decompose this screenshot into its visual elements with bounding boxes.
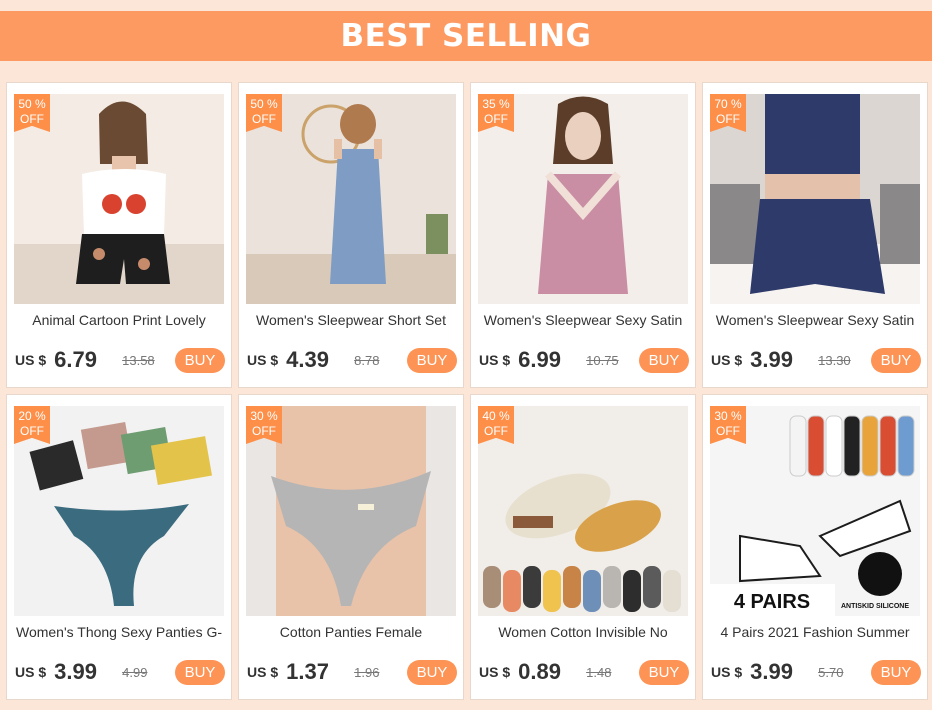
discount-off-label: OFF [20, 424, 44, 438]
discount-percent: 40 % [482, 409, 510, 423]
original-price: 4.99 [122, 664, 148, 680]
product-title[interactable]: Women's Sleepwear Sexy Satin [475, 312, 691, 328]
product-title[interactable]: Women's Sleepwear Short Set [243, 312, 459, 328]
discount-percent: 50 % [18, 97, 46, 111]
currency-label: US $ [711, 352, 743, 368]
discount-percent: 35 % [482, 97, 510, 111]
discount-off-label: OFF [716, 112, 740, 126]
discount-off-label: OFF [20, 112, 44, 126]
product-card[interactable]: 4 PAIRS ANTISKID SILICONE 30 % OFF 4 Pairs 2… [702, 394, 928, 700]
discount-percent: 30 % [714, 409, 742, 423]
buy-button[interactable]: BUY [639, 347, 689, 373]
price-row: US $ 1.37 1.96 BUY [247, 659, 457, 685]
current-price: 0.89 [518, 659, 561, 684]
product-card[interactable]: 50 % OFF Women's Sleepwear Short Set US $ 4.… [238, 82, 464, 388]
currency-label: US $ [479, 352, 511, 368]
product-card[interactable]: 70 % OFF Women's Sleepwear Sexy Satin US $ 3… [702, 82, 928, 388]
buy-button[interactable]: BUY [871, 659, 921, 685]
price-row: US $ 3.99 4.99 BUY [15, 659, 225, 685]
product-card[interactable]: 40 % OFF Women Cotton Invisible No US $ 0.89… [470, 394, 696, 700]
discount-percent: 20 % [18, 409, 46, 423]
currency-label: US $ [15, 664, 47, 680]
currency-label: US $ [479, 664, 511, 680]
discount-off-label: OFF [484, 424, 508, 438]
product-card[interactable]: 50 % OFF Animal Cartoon Print Lovely US $ 6.… [6, 82, 232, 388]
buy-button[interactable]: BUY [175, 659, 225, 685]
discount-percent: 30 % [250, 409, 278, 423]
product-title[interactable]: Women Cotton Invisible No [475, 624, 691, 640]
current-price: 6.99 [518, 347, 561, 372]
price-row: US $ 3.99 13.30 BUY [711, 347, 921, 373]
product-title[interactable]: Cotton Panties Female [243, 624, 459, 640]
discount-percent: 70 % [714, 97, 742, 111]
product-grid: 50 % OFF Animal Cartoon Print Lovely US $6.… [6, 82, 928, 700]
current-price: 4.39 [286, 347, 329, 372]
discount-off-label: OFF [484, 112, 508, 126]
original-price: 1.48 [586, 664, 612, 680]
current-price: 3.99 [750, 659, 793, 684]
image-text-antiskid: ANTISKID SILICONE [841, 603, 909, 610]
original-price: 13.30 [818, 352, 851, 368]
discount-off-label: OFF [716, 424, 740, 438]
buy-button[interactable]: BUY [871, 347, 921, 373]
current-price: 6.79 [54, 347, 97, 372]
original-price: 1.96 [354, 664, 380, 680]
currency-label: US $ [247, 664, 279, 680]
current-price: 1.37 [286, 659, 329, 684]
product-card[interactable]: 35 % OFF Women's Sleepwear Sexy Satin US $ 6… [470, 82, 696, 388]
currency-label: US $ [247, 352, 279, 368]
product-card[interactable]: 30 % OFF Cotton Panties Female US $ 1.37 1.96… [238, 394, 464, 700]
price-row: US $ 6.79 13.58 BUY [15, 347, 225, 373]
price-row: US $ 0.89 1.48 BUY [479, 659, 689, 685]
price-row: US $ 3.99 5.70 BUY [711, 659, 921, 685]
currency-label: US $ [15, 352, 47, 368]
original-price: 13.58 [122, 352, 155, 368]
buy-button[interactable]: BUY [407, 347, 457, 373]
product-title[interactable]: Women's Sleepwear Sexy Satin [707, 312, 923, 328]
original-price: 10.75 [586, 352, 619, 368]
discount-percent: 50 % [250, 97, 278, 111]
product-title[interactable]: Women's Thong Sexy Panties G- [11, 624, 227, 640]
discount-off-label: OFF [252, 424, 276, 438]
product-title[interactable]: Animal Cartoon Print Lovely [11, 312, 227, 328]
buy-button[interactable]: BUY [639, 659, 689, 685]
best-selling-banner: BEST SELLING [0, 11, 932, 61]
product-title[interactable]: 4 Pairs 2021 Fashion Summer [707, 624, 923, 640]
discount-off-label: OFF [252, 112, 276, 126]
image-text-4-pairs: 4 PAIRS [734, 591, 810, 613]
current-price: 3.99 [750, 347, 793, 372]
banner-title: BEST SELLING [340, 18, 592, 54]
product-card[interactable]: 20 % OFF Women's Thong Sexy Panties G- US $… [6, 394, 232, 700]
original-price: 8.78 [354, 352, 380, 368]
buy-button[interactable]: BUY [175, 347, 225, 373]
price-row: US $ 4.39 8.78 BUY [247, 347, 457, 373]
price-row: US $ 6.99 10.75 BUY [479, 347, 689, 373]
currency-label: US $ [711, 664, 743, 680]
current-price: 3.99 [54, 659, 97, 684]
original-price: 5.70 [818, 664, 844, 680]
buy-button[interactable]: BUY [407, 659, 457, 685]
